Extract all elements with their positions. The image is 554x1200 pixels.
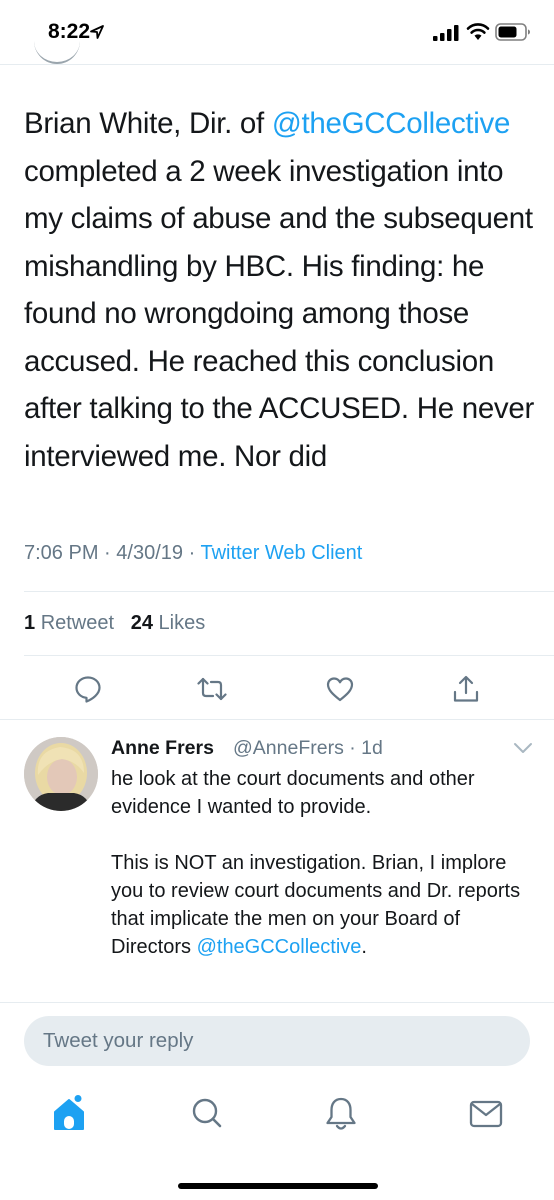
wifi-icon bbox=[466, 23, 490, 40]
tweet-time: 7:06 PM bbox=[24, 542, 99, 564]
reply-age: · 1d bbox=[349, 737, 383, 759]
tweet-stats: 1 Retweet 24 Likes bbox=[24, 612, 205, 635]
search-icon[interactable] bbox=[187, 1094, 227, 1134]
messages-icon[interactable] bbox=[466, 1094, 506, 1134]
retweets-stat[interactable]: 1 Retweet bbox=[24, 612, 114, 634]
reply-paragraph-2: This is NOT an investigation. Brian, I i… bbox=[111, 849, 531, 961]
tweet-client-link[interactable]: Twitter Web Client bbox=[200, 542, 362, 564]
tweet-mention-link[interactable]: @theGCCollective bbox=[272, 107, 511, 140]
reply-mention-link[interactable]: @theGCCollective bbox=[197, 936, 362, 958]
tweet-text-rest: completed a 2 week investigation into my… bbox=[24, 154, 535, 473]
retweet-count: 1 bbox=[24, 612, 36, 634]
avatar[interactable] bbox=[24, 737, 98, 811]
tweet-text-start: Brian White, Dir. of bbox=[24, 107, 272, 140]
location-arrow-icon bbox=[90, 25, 104, 39]
divider bbox=[0, 64, 554, 65]
notifications-icon[interactable] bbox=[321, 1094, 361, 1134]
retweet-icon[interactable] bbox=[197, 674, 227, 704]
divider bbox=[0, 1002, 554, 1003]
reply-text: he look at the court documents and other… bbox=[111, 765, 531, 961]
meta-separator: · bbox=[188, 542, 196, 564]
reply-input-placeholder: Tweet your reply bbox=[43, 1029, 194, 1052]
previous-tweet-avatar bbox=[34, 38, 80, 66]
like-count: 24 bbox=[130, 612, 153, 634]
chevron-down-icon[interactable] bbox=[512, 741, 534, 755]
battery-icon bbox=[495, 23, 530, 41]
divider bbox=[24, 591, 554, 592]
divider bbox=[24, 655, 554, 656]
home-indicator[interactable] bbox=[178, 1183, 378, 1189]
share-icon[interactable] bbox=[451, 674, 481, 704]
like-icon[interactable] bbox=[325, 674, 355, 704]
reply-paragraph-2-end: . bbox=[361, 936, 367, 958]
likes-stat[interactable]: 24 Likes bbox=[131, 612, 206, 634]
tweet-date: 4/30/19 bbox=[116, 542, 184, 564]
meta-separator: · bbox=[104, 542, 111, 564]
reply-author-name[interactable]: Anne Frers bbox=[111, 737, 214, 760]
avatar-photo bbox=[24, 737, 98, 811]
reply-paragraph-1: he look at the court documents and other… bbox=[111, 768, 475, 818]
retweet-label: Retweet bbox=[40, 612, 115, 634]
tweet-meta: 7:06 PM · 4/30/19 · Twitter Web Client bbox=[24, 542, 362, 565]
status-bar: 8:22 bbox=[0, 0, 554, 64]
divider bbox=[0, 719, 554, 720]
like-label: Likes bbox=[158, 612, 206, 634]
home-icon[interactable] bbox=[49, 1094, 89, 1134]
cellular-signal-icon bbox=[433, 25, 459, 41]
reply-author-handle: @AnneFrers · 1d bbox=[233, 737, 383, 760]
tweet-text: Brian White, Dir. of @theGCCollective co… bbox=[24, 100, 544, 480]
reply-handle-text: @AnneFrers bbox=[233, 737, 344, 759]
reply-input[interactable]: Tweet your reply bbox=[24, 1016, 530, 1066]
reply-icon[interactable] bbox=[73, 674, 103, 704]
